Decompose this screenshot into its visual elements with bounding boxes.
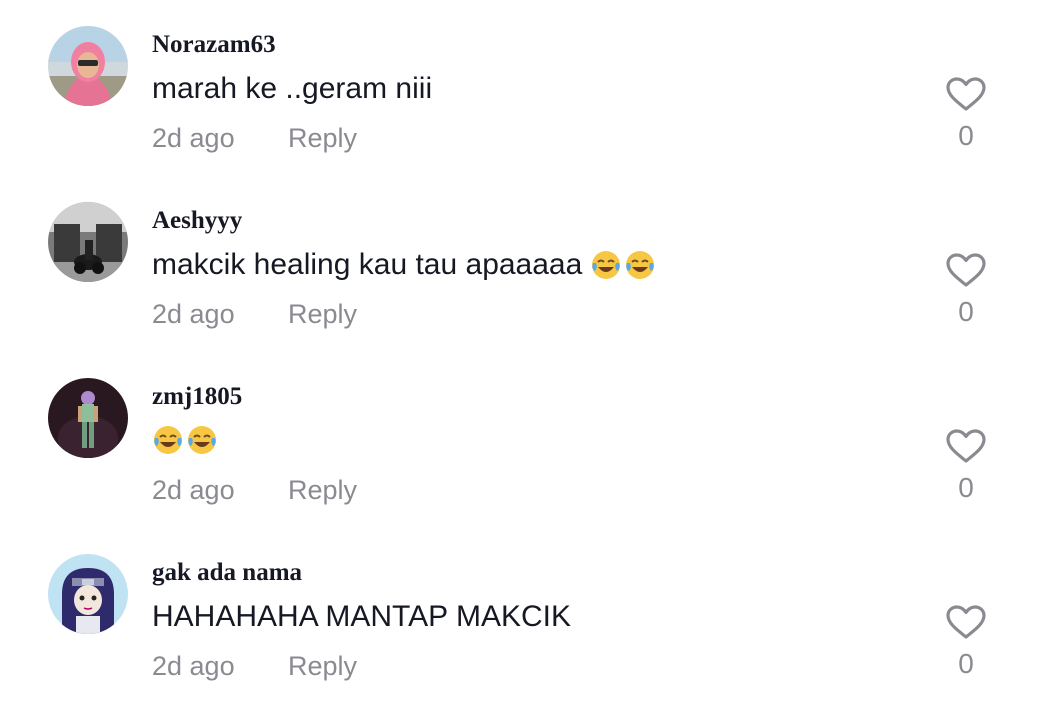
heart-outline-icon[interactable] <box>944 76 988 112</box>
comment-text: HAHAHAHA MANTAP MAKCIK <box>152 600 571 634</box>
comment-timestamp: 2d ago <box>152 123 235 153</box>
like-count: 0 <box>958 648 974 679</box>
avatar[interactable] <box>48 26 128 106</box>
avatar[interactable] <box>48 202 128 282</box>
heart-outline-icon[interactable] <box>944 428 988 464</box>
face-with-tears-of-joy-emoji <box>624 249 656 281</box>
avatar-image <box>48 202 128 282</box>
comment-meta: 2d ago Reply <box>152 475 357 506</box>
face-with-tears-of-joy-emoji <box>152 424 184 456</box>
comment-timestamp: 2d ago <box>152 299 235 329</box>
heart-outline-icon[interactable] <box>944 604 988 640</box>
reply-button[interactable]: Reply <box>288 651 357 682</box>
comment-username[interactable]: zmj1805 <box>152 383 242 411</box>
avatar-image <box>48 554 128 634</box>
comment-meta: 2d ago Reply <box>152 123 357 154</box>
comment-item: Norazam63 marah ke ..geram niii 2d ago Re… <box>0 0 1038 176</box>
like-count: 0 <box>958 120 974 151</box>
comment-meta: 2d ago Reply <box>152 651 357 682</box>
heart-outline-icon[interactable] <box>944 252 988 288</box>
comment-username[interactable]: gak ada nama <box>152 559 302 587</box>
reply-button[interactable]: Reply <box>288 299 357 330</box>
comment-text-content: marah ke ..geram niii <box>152 72 433 105</box>
face-with-tears-of-joy-emoji <box>590 249 622 281</box>
comment-item: gak ada nama HAHAHAHA MANTAP MAKCIK 2d a… <box>0 528 1038 704</box>
comment-meta: 2d ago Reply <box>152 299 357 330</box>
comment-text: marah ke ..geram niii <box>152 72 432 106</box>
face-with-tears-of-joy-emoji <box>186 424 218 456</box>
comment-text-content: makcik healing kau tau apaaaaa <box>152 248 583 281</box>
comment-username[interactable]: Norazam63 <box>152 31 276 59</box>
comment-item: Aeshyyy makcik healing kau tau apaaaaa 2… <box>0 176 1038 352</box>
comment-username[interactable]: Aeshyyy <box>152 207 242 235</box>
reply-button[interactable]: Reply <box>288 475 357 506</box>
avatar[interactable] <box>48 554 128 634</box>
like-count: 0 <box>958 472 974 503</box>
comment-text <box>152 424 218 456</box>
avatar-image <box>48 26 128 106</box>
reply-button[interactable]: Reply <box>288 123 357 154</box>
avatar[interactable] <box>48 378 128 458</box>
comment-text: makcik healing kau tau apaaaaa <box>152 248 656 282</box>
like-count: 0 <box>958 296 974 327</box>
comment-text-content: HAHAHAHA MANTAP MAKCIK <box>152 600 571 633</box>
comment-timestamp: 2d ago <box>152 475 235 505</box>
comment-timestamp: 2d ago <box>152 651 235 681</box>
comment-item: zmj1805 2d ago Reply 0 <box>0 352 1038 528</box>
avatar-image <box>48 378 128 458</box>
